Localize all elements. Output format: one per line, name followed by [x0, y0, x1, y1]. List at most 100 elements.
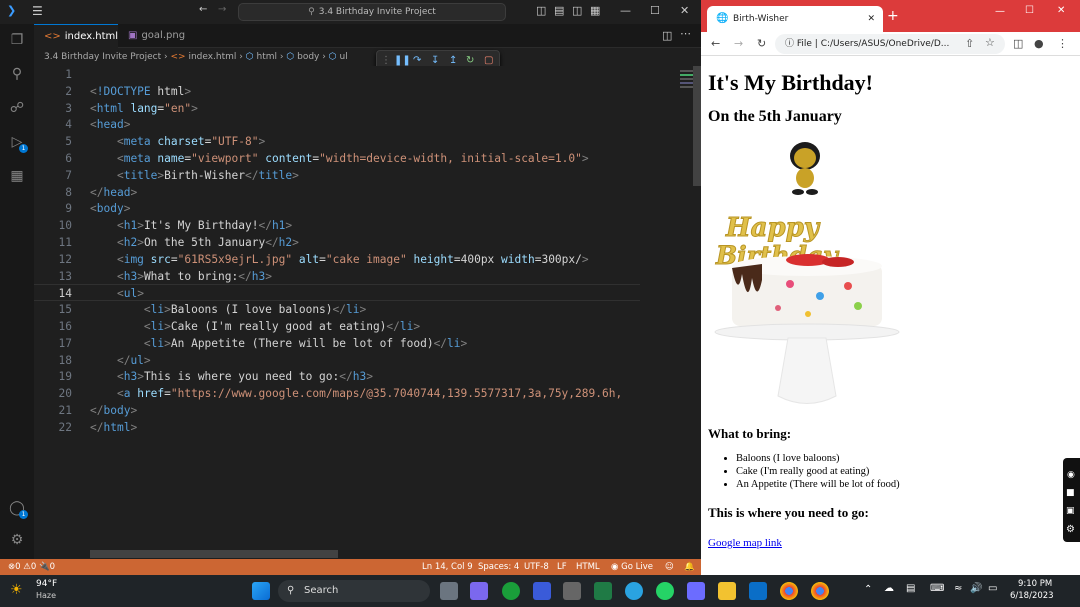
code-line[interactable]: 4 <head> — [34, 116, 640, 133]
layout-panel-icon[interactable]: ▤ — [554, 4, 564, 17]
code-line[interactable]: 14 <ul> — [34, 284, 640, 302]
problems-indicator[interactable]: ⊗0 ⚠0 🔌0 — [8, 559, 55, 575]
account-icon[interactable]: ◯ 1 — [8, 500, 28, 519]
go-live-button[interactable]: ◉ Go Live — [611, 559, 653, 575]
code-line[interactable]: 20 <a href="https://www.google.com/maps/… — [34, 385, 640, 402]
video-icon[interactable]: ■ — [1066, 488, 1075, 498]
code-line[interactable]: 18 </ul> — [34, 352, 640, 369]
sidepanel-icon[interactable]: ◫ — [1013, 37, 1023, 50]
chrome-taskbar-icon[interactable] — [780, 582, 798, 600]
excel-icon[interactable] — [594, 582, 612, 600]
step-out-icon[interactable]: ↥ — [449, 55, 457, 66]
more-actions-icon[interactable]: ⋯ — [680, 27, 691, 40]
forward-arrow-icon[interactable]: → — [218, 4, 230, 16]
step-over-icon[interactable]: ↷ — [413, 55, 421, 66]
close-tab-icon[interactable]: ✕ — [867, 6, 875, 32]
code-line[interactable]: 7 <title>Birth-Wisher</title> — [34, 167, 640, 184]
code-line[interactable]: 10 <h1>It's My Birthday!</h1> — [34, 217, 640, 234]
files-icon[interactable] — [687, 582, 705, 600]
encoding[interactable]: UTF-8 — [524, 559, 549, 575]
file-explorer-icon[interactable] — [718, 582, 736, 600]
customize-layout-icon[interactable]: ▦ — [590, 4, 600, 17]
line-ending[interactable]: LF — [557, 559, 567, 575]
breadcrumb-file[interactable]: index.html — [188, 52, 236, 62]
window-icon[interactable]: ▣ — [1066, 506, 1075, 516]
xbox-icon[interactable] — [502, 582, 520, 600]
code-line[interactable]: 2 <!DOCTYPE html> — [34, 83, 640, 100]
code-line[interactable]: 5 <meta charset="UTF-8"> — [34, 133, 640, 150]
stop-icon[interactable]: ▢ — [484, 55, 493, 66]
code-line[interactable]: 21 </body> — [34, 402, 640, 419]
clock-date[interactable]: 6/18/2023 — [1010, 591, 1054, 601]
tab-index-html[interactable]: <> index.html — [34, 24, 118, 48]
new-tab-button[interactable]: + — [887, 8, 899, 24]
horizontal-scrollbar[interactable] — [90, 550, 338, 558]
clock-time[interactable]: 9:10 PM — [1018, 579, 1052, 589]
back-icon[interactable]: ← — [711, 37, 720, 50]
extensions-icon[interactable]: ▦ — [8, 168, 26, 186]
code-line[interactable]: 19 <h3>This is where you need to go:</h3… — [34, 368, 640, 385]
code-line[interactable]: 3 <html lang="en"> — [34, 100, 640, 117]
chrome-minimize-button[interactable]: — — [995, 6, 1005, 17]
code-line[interactable]: 22 </html> — [34, 419, 640, 436]
cursor-position[interactable]: Ln 14, Col 9 — [422, 559, 473, 575]
battery-icon[interactable]: ▭ — [988, 583, 997, 594]
taskbar-search[interactable]: ⚲ Search — [278, 580, 430, 602]
camera-icon[interactable]: ◉ — [1067, 470, 1075, 480]
code-editor[interactable]: 1 2 <!DOCTYPE html> 3 <html lang="en"> 4 <head… — [34, 66, 716, 550]
whatsapp-icon[interactable] — [656, 582, 674, 600]
settings-gear-icon[interactable]: ⚙ — [1066, 524, 1075, 535]
folder-sync-icon[interactable]: ▤ — [906, 583, 915, 594]
browser-tab[interactable]: 🌐 Birth-Wisher ✕ — [707, 6, 883, 32]
breadcrumb-html[interactable]: html — [257, 52, 278, 62]
vscode-taskbar-icon[interactable] — [749, 582, 767, 600]
share-icon[interactable]: ⇧ — [965, 37, 974, 50]
reload-icon[interactable]: ↻ — [757, 37, 766, 50]
source-control-icon[interactable]: ☍ — [8, 100, 26, 118]
step-into-icon[interactable]: ↧ — [431, 55, 439, 66]
chrome-menu-icon[interactable]: ⋮ — [1057, 37, 1068, 50]
app-icon[interactable] — [533, 582, 551, 600]
notifications-icon[interactable]: 🔔 — [684, 559, 695, 575]
wifi-icon[interactable]: ≈ — [954, 583, 962, 594]
language-mode[interactable]: HTML — [576, 559, 600, 575]
profile-icon[interactable]: ● — [1034, 37, 1044, 50]
code-line[interactable]: 17 <li>An Appetite (There will be lot of… — [34, 335, 640, 352]
chrome-maximize-button[interactable]: ☐ — [1025, 5, 1034, 16]
forward-icon[interactable]: → — [734, 37, 743, 50]
telegram-icon[interactable] — [625, 582, 643, 600]
settings-gear-icon[interactable]: ⚙ — [8, 532, 26, 550]
breadcrumb-folder[interactable]: 3.4 Birthday Invite Project — [44, 52, 161, 62]
split-editor-icon[interactable]: ◫ — [662, 29, 672, 42]
task-view-icon[interactable] — [440, 582, 458, 600]
explorer-icon[interactable]: ❐ — [8, 32, 26, 50]
code-line[interactable]: 6 <meta name="viewport" content="width=d… — [34, 150, 640, 167]
code-line[interactable]: 1 — [34, 66, 640, 83]
cloud-icon[interactable]: ☁ — [884, 583, 894, 594]
tray-chevron-icon[interactable]: ⌃ — [864, 584, 872, 595]
bookmark-star-icon[interactable]: ☆ — [985, 36, 995, 49]
calculator-icon[interactable] — [563, 582, 581, 600]
chat-icon[interactable] — [470, 582, 488, 600]
run-debug-icon[interactable]: ▷ 1 — [8, 134, 28, 153]
search-icon[interactable]: ⚲ — [8, 66, 26, 84]
code-line[interactable]: 9 <body> — [34, 200, 640, 217]
command-center-search[interactable]: ⚲ 3.4 Birthday Invite Project — [238, 3, 506, 21]
breadcrumb-body[interactable]: body — [297, 52, 319, 62]
code-line[interactable]: 12 <img src="61RS5x9ejrL.jpg" alt="cake … — [34, 251, 640, 268]
code-line[interactable]: 8 </head> — [34, 184, 640, 201]
code-line[interactable]: 16 <li>Cake (I'm really good at eating)<… — [34, 318, 640, 335]
windows-start-icon[interactable] — [252, 582, 270, 600]
volume-icon[interactable]: 🔊 — [970, 583, 982, 594]
chrome-secondary-icon[interactable] — [811, 582, 829, 600]
code-line[interactable]: 13 <h3>What to bring:</h3> — [34, 268, 640, 285]
pause-icon[interactable]: ❚❚ — [394, 55, 411, 66]
drag-handle-icon[interactable]: ⋮ — [381, 55, 391, 66]
chrome-close-button[interactable]: ✕ — [1057, 5, 1065, 16]
indentation[interactable]: Spaces: 4 — [478, 559, 519, 575]
google-map-link[interactable]: Google map link — [708, 537, 1080, 549]
layout-secondary-icon[interactable]: ◫ — [572, 4, 582, 17]
code-line[interactable]: 11 <h2>On the 5th January</h2> — [34, 234, 640, 251]
feedback-icon[interactable]: ☺ — [665, 559, 674, 575]
close-button[interactable]: ✕ — [680, 4, 689, 17]
